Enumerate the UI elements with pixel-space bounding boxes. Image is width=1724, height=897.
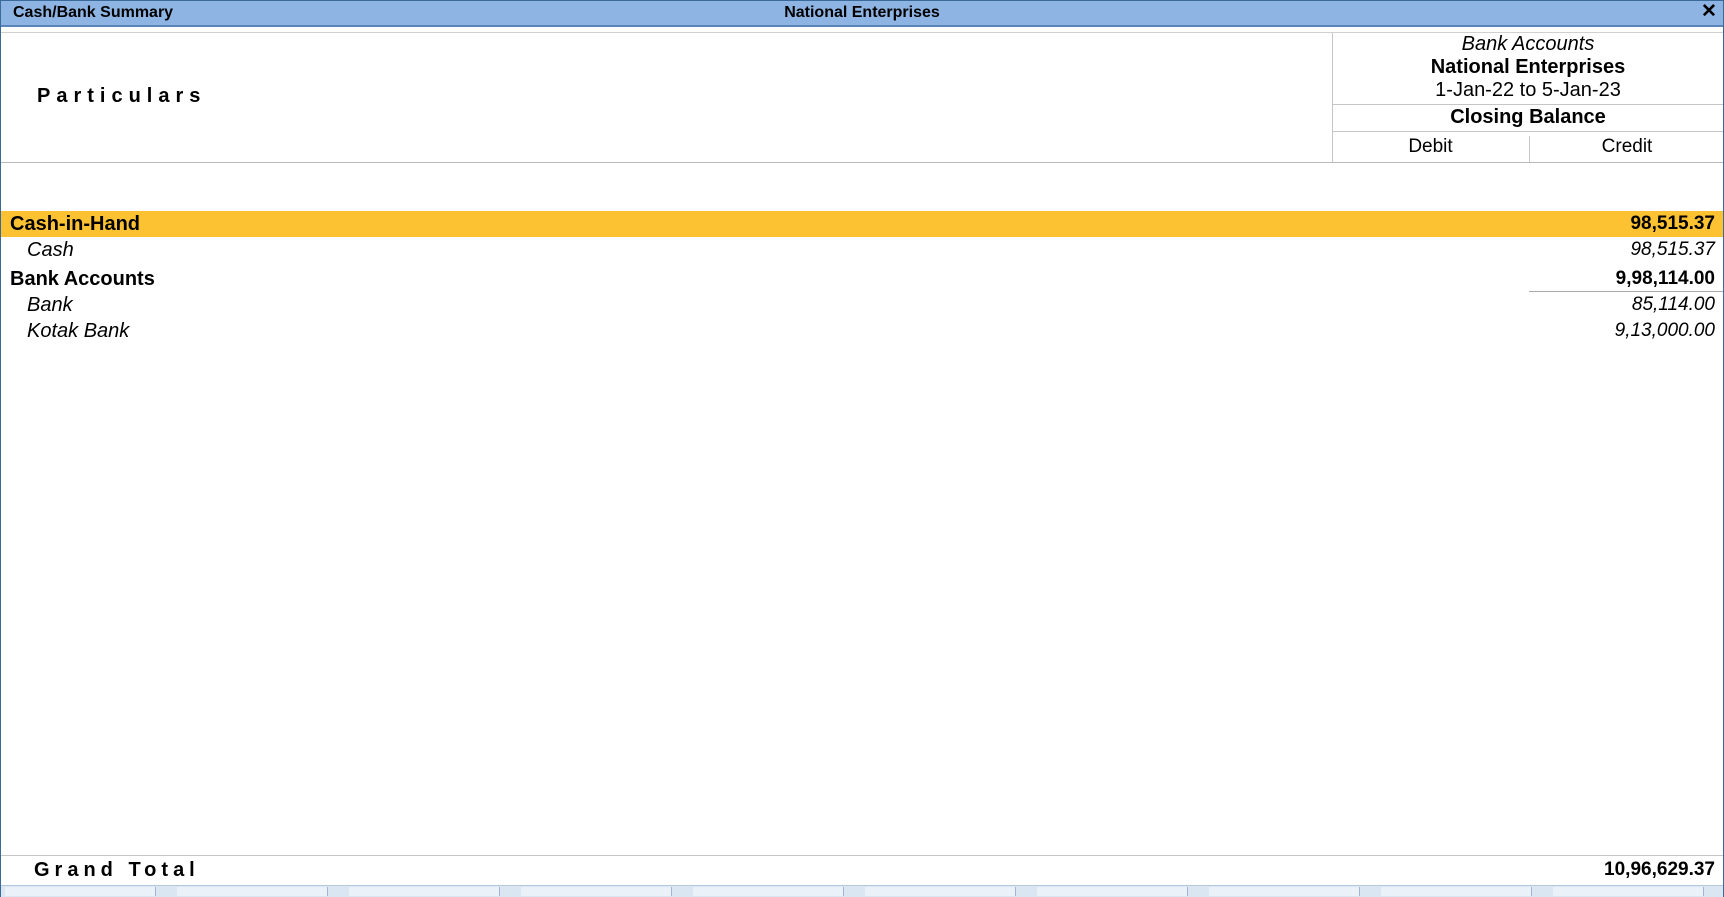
particulars-heading: Particulars — [37, 85, 207, 107]
bottom-bar-segment[interactable] — [1381, 887, 1532, 896]
table-row[interactable]: Bank Accounts 9,98,114.00 — [1, 266, 1723, 292]
report-name: Bank Accounts — [1461, 33, 1595, 55]
bottom-bar-segment[interactable] — [349, 887, 500, 896]
row-particulars: Cash-in-Hand — [10, 213, 140, 235]
closing-balance-heading: Closing Balance — [1450, 106, 1606, 128]
credit-heading: Credit — [1529, 136, 1724, 162]
company-name: National Enterprises — [1430, 56, 1626, 78]
bottom-bar-segment[interactable] — [1553, 887, 1704, 896]
company-title: National Enterprises — [784, 4, 940, 21]
bottom-bar-segment[interactable] — [1037, 887, 1188, 896]
column-header: Particulars Bank Accounts National Enter… — [1, 32, 1723, 163]
row-credit-amount: 9,98,114.00 — [1615, 268, 1715, 289]
header-divider — [1333, 131, 1723, 132]
title-bar: Cash/Bank Summary National Enterprises ✕ — [1, 1, 1723, 27]
table-row[interactable]: Bank 85,114.00 — [1, 292, 1723, 318]
table-row[interactable]: Kotak Bank 9,13,000.00 — [1, 318, 1723, 344]
row-credit-amount: 9,13,000.00 — [1614, 320, 1715, 341]
row-credit-amount: 85,114.00 — [1631, 294, 1715, 315]
header-divider — [1333, 104, 1723, 105]
bottom-bar-segment[interactable] — [177, 887, 328, 896]
row-particulars: Bank — [27, 294, 73, 316]
row-particulars: Bank Accounts — [10, 268, 155, 290]
bottom-button-bar — [1, 885, 1723, 897]
grand-total-label: Grand Total — [34, 859, 200, 881]
row-particulars: Cash — [27, 239, 74, 261]
row-credit-amount: 98,515.37 — [1630, 239, 1715, 260]
row-credit-amount: 98,515.37 — [1630, 213, 1715, 234]
bottom-bar-segment[interactable] — [5, 887, 156, 896]
grand-total-amount: 10,96,629.37 — [1604, 859, 1715, 880]
debit-heading: Debit — [1408, 136, 1453, 157]
bottom-bar-segment[interactable] — [693, 887, 844, 896]
table-row[interactable]: Cash-in-Hand 98,515.37 — [1, 211, 1723, 237]
close-icon[interactable]: ✕ — [1699, 2, 1719, 22]
bottom-bar-segment[interactable] — [865, 887, 1016, 896]
balance-column-header: Bank Accounts National Enterprises 1-Jan… — [1332, 33, 1723, 162]
bottom-bar-segment[interactable] — [521, 887, 672, 896]
table-row[interactable]: Cash 98,515.37 — [1, 237, 1723, 263]
bottom-bar-segment[interactable] — [1209, 887, 1360, 896]
row-particulars: Kotak Bank — [27, 320, 130, 342]
report-period[interactable]: 1-Jan-22 to 5-Jan-23 — [1333, 79, 1723, 102]
report-window: Cash/Bank Summary National Enterprises ✕… — [0, 0, 1724, 897]
report-body: Cash-in-Hand 98,515.37 Cash 98,515.37 Ba… — [1, 211, 1723, 344]
grand-total-row: Grand Total 10,96,629.37 — [1, 855, 1723, 884]
